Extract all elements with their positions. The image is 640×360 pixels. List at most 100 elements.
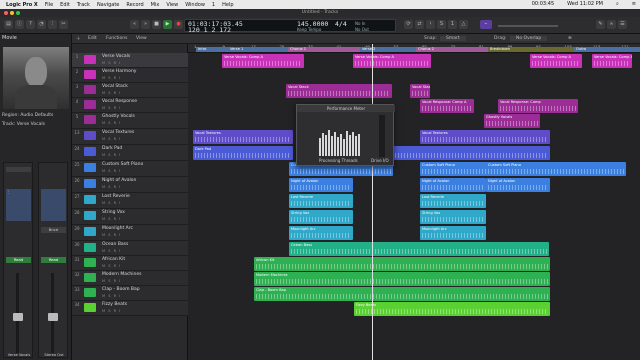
marker[interactable]: Outro (574, 47, 640, 52)
record-icon[interactable]: ● (174, 20, 183, 29)
inspector-header[interactable]: Movie (2, 35, 17, 41)
instrument-icon[interactable] (84, 211, 96, 220)
region[interactable]: Clap - Boom Bap (254, 287, 550, 301)
track-name[interactable]: Modern Machines (102, 272, 142, 277)
track-name[interactable]: Moonlight Arc (102, 226, 133, 231)
track-header[interactable]: 24 Dark Pad M S R I (72, 145, 256, 161)
region[interactable]: Night of Avalon (486, 178, 550, 192)
track-msir-buttons[interactable]: M S R I (102, 264, 121, 268)
region[interactable]: String Vox (420, 210, 486, 224)
track-msir-buttons[interactable]: M S R I (102, 137, 121, 141)
track-name[interactable]: Vocal Response (102, 99, 137, 104)
functions-menu[interactable]: Functions (106, 36, 128, 41)
track-msir-buttons[interactable]: M S R I (102, 249, 121, 253)
menu-track[interactable]: Track (77, 2, 90, 8)
instrument-icon[interactable] (84, 55, 96, 64)
loop-browser-icon[interactable]: ∞ (607, 20, 616, 29)
track-msir-buttons[interactable]: M S R I (102, 294, 121, 298)
track-name[interactable]: Ocean Bass (102, 242, 128, 247)
menu-mix[interactable]: Mix (151, 2, 160, 8)
track-msir-buttons[interactable]: M S R I (102, 169, 121, 173)
track-header[interactable]: 25 Custom Soft Piano M S R I (72, 161, 256, 177)
track-header[interactable]: 3 Vocal Stack M S R I (72, 83, 256, 98)
track-name[interactable]: African Kit (102, 257, 125, 262)
help-icon[interactable]: ? (26, 20, 35, 29)
setting-slot[interactable] (6, 167, 31, 172)
menu-app[interactable]: Logic Pro X (6, 2, 38, 8)
region[interactable]: Verse Vocals: Comp A (222, 54, 304, 68)
track-name[interactable]: Ghostly Vocals (102, 114, 135, 119)
region[interactable]: Fizzy Beats (354, 302, 550, 316)
instrument-icon[interactable] (84, 227, 96, 236)
track-header[interactable]: 32 Modern Machines M S R I (72, 271, 256, 286)
instrument-icon[interactable] (84, 70, 96, 79)
instrument-icon[interactable] (84, 243, 96, 252)
marker[interactable]: Chorus 2 (416, 47, 488, 52)
track-msir-buttons[interactable]: M S R I (102, 91, 121, 95)
drag-select[interactable]: No Overlap (510, 36, 548, 41)
instrument-icon[interactable] (84, 303, 96, 312)
track-msir-buttons[interactable]: M S R I (102, 309, 121, 313)
track-name[interactable]: Vocal Stack (102, 84, 128, 89)
track-msir-buttons[interactable]: M S R I (102, 76, 121, 80)
instrument-icon[interactable] (84, 147, 96, 156)
automation-read[interactable]: Read (6, 257, 31, 263)
menu-navigate[interactable]: Navigate (97, 2, 119, 8)
notepad-icon[interactable]: ✎ (596, 20, 605, 29)
performance-meter-window[interactable]: Performance Meter Processing Threads Dri… (296, 104, 395, 166)
marker[interactable]: Intro (196, 47, 228, 52)
count-in-icon[interactable]: 1 (448, 20, 457, 29)
track-header[interactable]: 27 Lost Reverie M S R I (72, 193, 256, 209)
mixer-icon[interactable]: ⫶ (48, 20, 57, 29)
instrument-icon[interactable] (84, 195, 96, 204)
region[interactable]: Moonlight Arc (420, 226, 486, 240)
track-name[interactable]: Night of Avalon (102, 178, 136, 183)
track-name[interactable]: Clap - Boom Bap (102, 287, 140, 292)
region[interactable]: Vocal Response: Comp (498, 99, 578, 113)
region-label[interactable]: Region: Audio Defaults (2, 113, 53, 118)
region[interactable]: Night of Avalon (420, 178, 486, 192)
region[interactable]: Dark Pad (193, 146, 293, 160)
region[interactable]: Night of Avalon (289, 178, 353, 192)
region[interactable]: Vocal Response: Comp A (420, 99, 474, 113)
instrument-icon[interactable] (84, 258, 96, 267)
snap-select[interactable]: Smart (440, 36, 466, 41)
instrument-icon[interactable] (84, 163, 96, 172)
region[interactable]: Ghostly Vocals (484, 114, 540, 128)
track-name[interactable]: Vocal Textures (102, 130, 134, 135)
track-msir-buttons[interactable]: M S R I (102, 121, 121, 125)
track-header[interactable]: 33 Clap - Boom Bap M S R I (72, 286, 256, 301)
lcd-display[interactable]: 01:03:17:03.45 120 1 2 172 145.0000 Keep… (184, 19, 396, 34)
track-name[interactable]: Custom Soft Piano (102, 162, 143, 167)
track-msir-buttons[interactable]: M S R I (102, 201, 121, 205)
zoom-window-icon[interactable] (16, 11, 20, 15)
menu-list-icon[interactable]: ≡ (632, 1, 636, 7)
marker[interactable]: Verse 2 (360, 47, 416, 52)
view-menu[interactable]: View (136, 36, 147, 41)
region[interactable]: Modern Machines (254, 272, 550, 286)
search-icon[interactable]: ⌕ (616, 1, 619, 7)
track-header[interactable]: 34 Fizzy Beats M S R I (72, 301, 256, 316)
inspector-icon[interactable]: ⓘ (15, 20, 24, 29)
menu-record[interactable]: Record (126, 2, 143, 8)
tuner-icon[interactable]: ♮ (426, 20, 435, 29)
solo-icon[interactable]: S (437, 20, 446, 29)
marker[interactable]: Chorus 1 (288, 47, 360, 52)
instrument-icon[interactable] (84, 273, 96, 282)
region[interactable]: Lost Reverie (420, 194, 486, 208)
region[interactable]: Verse Vocals: Comp A (592, 54, 632, 68)
browser-icon[interactable]: ☰ (618, 20, 627, 29)
volume-fader[interactable] (13, 313, 23, 321)
library-icon[interactable]: ▤ (4, 20, 13, 29)
region[interactable]: Moonlight Arc (289, 226, 353, 240)
track-msir-buttons[interactable]: M S R I (102, 185, 121, 189)
region[interactable]: Verse Vocals: Comp A (530, 54, 582, 68)
menu-help[interactable]: Help (222, 2, 233, 8)
track-msir-buttons[interactable]: M S R I (102, 61, 121, 65)
instrument-icon[interactable] (84, 131, 96, 140)
close-window-icon[interactable] (4, 11, 8, 15)
track-name[interactable]: Verse Harmony (102, 69, 136, 74)
marker[interactable]: Breakdown (488, 47, 574, 52)
menu-view[interactable]: View (166, 2, 178, 8)
play-icon[interactable]: ▶ (163, 20, 172, 29)
